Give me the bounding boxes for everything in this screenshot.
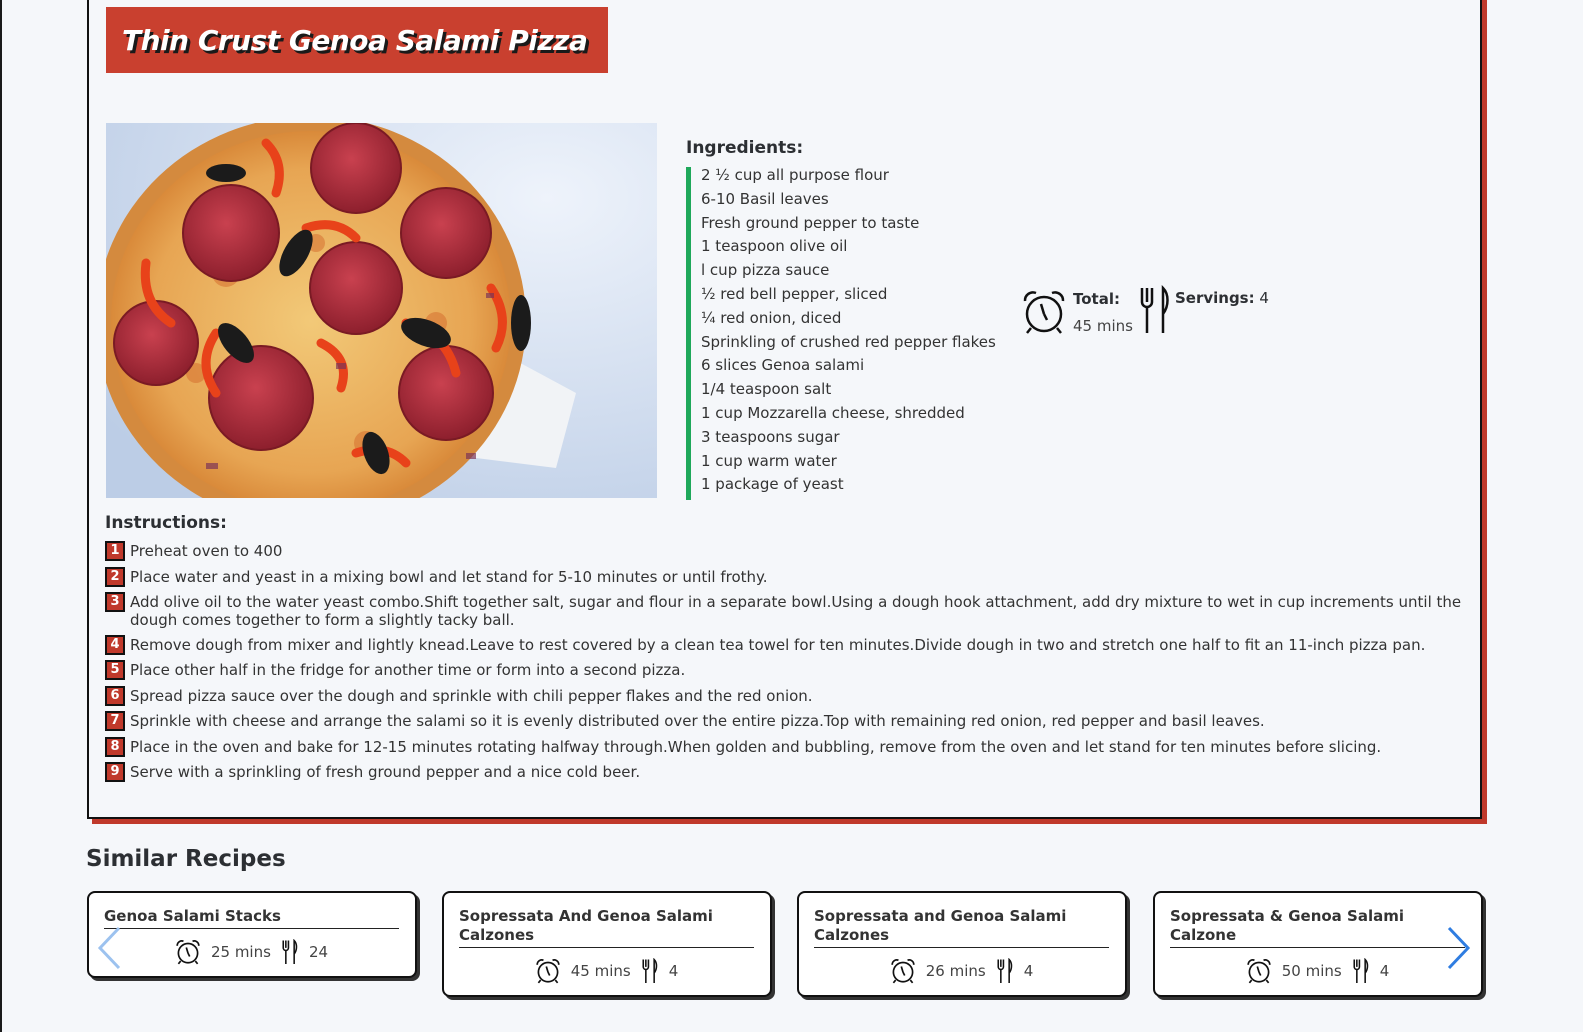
step-text: Place other half in the fridge for anoth… xyxy=(130,661,686,679)
similar-recipe-servings: 4 xyxy=(668,962,679,980)
ingredient-item: 3 teaspoons sugar xyxy=(686,428,1026,453)
recipe-meta: Total: 45 mins Servings: 4 xyxy=(1021,285,1269,335)
instruction-step: 1 Preheat oven to 400 xyxy=(105,541,1470,561)
alarm-clock-icon xyxy=(1247,959,1271,984)
instructions-heading: Instructions: xyxy=(105,513,227,533)
step-number: 4 xyxy=(105,634,125,655)
ingredient-item: 1 cup Mozzarella cheese, shredded xyxy=(686,404,1026,429)
instruction-step: 6 Spread pizza sauce over the dough and s… xyxy=(105,685,1470,706)
step-text: Sprinkle with cheese and arrange the sal… xyxy=(130,712,1265,730)
similar-recipe-meta: 25 mins 24 xyxy=(104,938,399,966)
servings-label: Servings: xyxy=(1174,289,1255,307)
servings: Servings: 4 xyxy=(1175,289,1269,307)
similar-recipe-card[interactable]: Genoa Salami Stacks 25 mins 24 xyxy=(87,891,417,978)
chevron-left-icon[interactable] xyxy=(96,925,122,971)
step-text: Serve with a sprinkling of fresh ground … xyxy=(130,763,641,781)
alarm-clock-icon xyxy=(176,940,200,965)
similar-recipe-name[interactable]: Genoa Salami Stacks xyxy=(104,907,399,929)
chevron-right-icon[interactable] xyxy=(1446,925,1472,971)
step-text: Add olive oil to the water yeast combo.S… xyxy=(130,593,1462,629)
similar-recipe-time: 50 mins xyxy=(1281,962,1342,980)
instruction-step: 9 Serve with a sprinkling of fresh ground… xyxy=(105,762,1470,782)
ingredient-item: ¼ red onion, diced xyxy=(686,309,1026,334)
step-number: 9 xyxy=(105,762,125,782)
step-number: 2 xyxy=(105,566,125,587)
step-text: Remove dough from mixer and lightly knea… xyxy=(130,635,1426,654)
alarm-clock-icon xyxy=(536,959,560,984)
step-number: 1 xyxy=(105,541,125,561)
similar-recipe-meta: 45 mins 4 xyxy=(459,957,754,985)
similar-recipe-time: 25 mins xyxy=(210,943,271,961)
step-text: Place water and yeast in a mixing bowl a… xyxy=(130,567,768,586)
total-label: Total: xyxy=(1073,290,1120,308)
fork-knife-icon xyxy=(1140,285,1169,333)
total-time: Total: 45 mins xyxy=(1073,289,1133,335)
similar-recipe-card[interactable]: Sopressata And Genoa Salami Calzones 45 … xyxy=(442,891,772,997)
similar-recipe-time: 45 mins xyxy=(570,962,631,980)
similar-recipe-card[interactable]: Sopressata & Genoa Salami Calzone 50 min… xyxy=(1153,891,1483,997)
ingredient-item: 2 ½ cup all purpose flour xyxy=(686,166,1026,191)
step-number: 3 xyxy=(105,592,125,612)
similar-recipe-servings: 4 xyxy=(1379,962,1390,980)
instruction-step: 8 Place in the oven and bake for 12-15 mi… xyxy=(105,736,1470,757)
step-text: Spread pizza sauce over the dough and sp… xyxy=(130,686,813,705)
ingredient-item: l cup pizza sauce xyxy=(686,261,1026,286)
instructions-list: 1 Preheat oven to 400 2 Place water and ye… xyxy=(105,541,1470,782)
ingredients-heading: Ingredients: xyxy=(686,138,804,158)
similar-recipe-servings: 4 xyxy=(1023,962,1034,980)
title-banner: Thin Crust Genoa Salami Pizza xyxy=(106,7,608,73)
alarm-clock-icon xyxy=(891,959,915,984)
recipe-card: Thin Crust Genoa Salami Pizza Ingredient… xyxy=(87,0,1482,819)
step-text: Preheat oven to 400 xyxy=(130,542,283,560)
servings-value: 4 xyxy=(1259,289,1269,307)
instructions-section: Instructions: 1 Preheat oven to 400 2 Plac… xyxy=(105,513,1470,789)
ingredient-item: ½ red bell pepper, sliced xyxy=(686,285,1026,310)
instruction-step: 7 Sprinkle with cheese and arrange the sa… xyxy=(105,711,1470,731)
similar-recipe-name[interactable]: Sopressata And Genoa Salami Calzones xyxy=(459,907,754,948)
ingredient-item: 1 package of yeast xyxy=(686,475,1026,501)
ingredient-item: Fresh ground pepper to taste xyxy=(686,214,1026,239)
ingredient-item: 1 teaspoon olive oil xyxy=(686,237,1026,263)
instruction-step: 3 Add olive oil to the water yeast combo.… xyxy=(105,592,1470,629)
step-number: 8 xyxy=(105,736,125,757)
fork-knife-icon xyxy=(282,939,298,964)
similar-recipe-meta: 50 mins 4 xyxy=(1170,957,1465,985)
ingredients-list: 2 ½ cup all purpose flour 6-10 Basil lea… xyxy=(686,166,1026,501)
page-left-border xyxy=(0,0,2,1032)
similar-recipe-time: 26 mins xyxy=(925,962,986,980)
total-value: 45 mins xyxy=(1073,317,1133,335)
similar-recipe-card[interactable]: Sopressata and Genoa Salami Calzones 26 … xyxy=(797,891,1127,997)
ingredient-item: 1/4 teaspoon salt xyxy=(686,380,1026,405)
ingredient-item: 6 slices Genoa salami xyxy=(686,356,1026,382)
fork-knife-icon xyxy=(642,958,657,983)
ingredient-item: Sprinkling of crushed red pepper flakes xyxy=(686,333,1026,358)
similar-recipe-servings: 24 xyxy=(308,943,329,961)
instruction-step: 5 Place other half in the fridge for anot… xyxy=(105,660,1470,680)
ingredient-item: 1 cup warm water xyxy=(686,452,1026,477)
similar-recipe-name[interactable]: Sopressata & Genoa Salami Calzone xyxy=(1170,907,1465,948)
similar-recipe-meta: 26 mins 4 xyxy=(814,957,1109,985)
pizza-image xyxy=(106,123,657,498)
ingredients-section: Ingredients: 2 ½ cup all purpose flour 6… xyxy=(686,138,1026,501)
instruction-step: 4 Remove dough from mixer and lightly kne… xyxy=(105,634,1470,655)
ingredient-item: 6-10 Basil leaves xyxy=(686,190,1026,215)
fork-knife-icon xyxy=(997,958,1012,983)
step-number: 6 xyxy=(105,685,125,706)
fork-knife-icon xyxy=(1353,958,1368,983)
similar-recipes-heading: Similar Recipes xyxy=(86,846,286,872)
similar-recipe-name[interactable]: Sopressata and Genoa Salami Calzones xyxy=(814,907,1109,948)
step-text: Place in the oven and bake for 12-15 min… xyxy=(130,737,1382,756)
step-number: 7 xyxy=(105,711,125,731)
instruction-step: 2 Place water and yeast in a mixing bowl … xyxy=(105,566,1470,587)
step-number: 5 xyxy=(105,660,125,680)
alarm-clock-icon xyxy=(1023,291,1065,334)
recipe-photo xyxy=(106,123,657,498)
recipe-title: Thin Crust Genoa Salami Pizza xyxy=(122,23,588,57)
